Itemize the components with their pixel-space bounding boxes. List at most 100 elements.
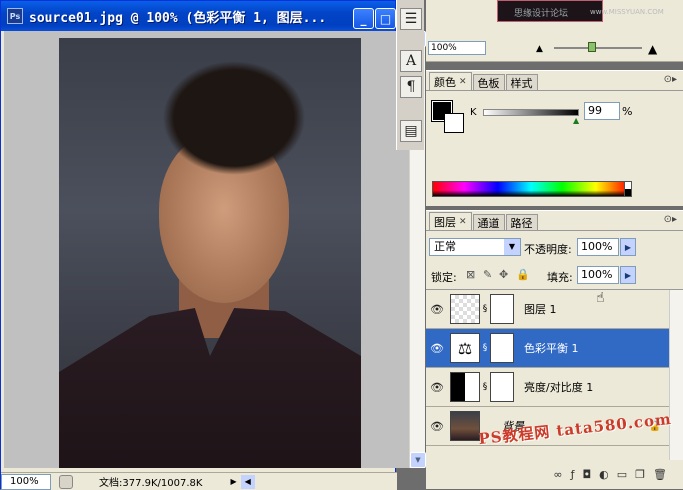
new-group-icon[interactable]: ▭ [617,468,627,481]
link-chain-icon[interactable]: § [480,304,490,314]
navigator-thumbnail[interactable]: 思缘设计论坛 www.MISSYUAN.COM [497,0,664,22]
adjustment-layer-icon[interactable]: ◐ [599,468,609,481]
layer-style-icon[interactable]: ƒ [571,468,575,481]
chevron-down-icon[interactable]: ▼ [504,239,520,255]
layer-list-scrollbar[interactable] [669,290,683,460]
canvas-area[interactable] [4,31,409,468]
blend-mode-select[interactable]: 正常 ▼ [429,238,521,256]
layers-panel-tabs: 图层 ✕ 通道 路径 ⊙▸ [426,211,683,231]
maximize-button[interactable]: □ [375,8,396,29]
visibility-eye-icon[interactable]: 👁 [426,381,448,394]
tab-label: 颜色 [434,75,456,89]
layer-comps-icon[interactable]: ☰ [400,8,422,30]
link-chain-icon[interactable]: § [480,343,490,353]
opacity-arrow-icon[interactable]: ▶ [620,238,636,256]
visibility-eye-icon[interactable]: 👁 [426,303,448,316]
lock-image-icon[interactable]: ✎ [483,268,492,281]
k-channel-slider[interactable] [483,109,579,116]
zoom-out-icon[interactable]: ▲ [536,44,543,54]
zoom-slider-track[interactable] [554,47,642,49]
visibility-eye-icon[interactable]: 👁 [426,342,448,355]
new-layer-icon[interactable]: ❐ [635,468,645,481]
layer-mask-thumbnail[interactable] [490,372,514,402]
document-window: Ps source01.jpg @ 100% (色彩平衡 1, 图层... _ … [0,0,426,490]
scroll-down-icon[interactable]: ▼ [410,452,426,468]
tab-label: 样式 [510,76,533,90]
layer-toolbar: ∞ ƒ ◘ ◐ ▭ ❐ 🗑 [426,463,683,485]
add-mask-icon[interactable]: ◘ [582,468,591,481]
portrait-photo[interactable] [59,38,361,468]
lock-all-icon[interactable]: 🔒 [516,268,530,281]
layers-panel: 图层 ✕ 通道 路径 ⊙▸ 正常 ▼ 不透明度: 100% ▶ 锁定: ⊠ ✎ ✥… [426,210,683,489]
document-titlebar[interactable]: Ps source01.jpg @ 100% (色彩平衡 1, 图层... _ … [1,1,396,31]
zoom-field[interactable]: 100% [1,473,51,490]
opacity-input[interactable]: 100% [577,238,619,256]
character-icon[interactable]: A [400,50,422,72]
layer-mask-thumbnail[interactable] [490,294,514,324]
tab-label: 通道 [477,216,500,230]
panel-menu-icon[interactable]: ⊙▸ [664,214,677,225]
fill-label: 填充: [547,271,573,284]
fill-arrow-icon[interactable]: ▶ [620,266,636,284]
color-panel-tabs: 颜色 ✕ 色板 样式 ⊙▸ [426,71,683,91]
layer-thumbnail [450,294,480,324]
tab-layers[interactable]: 图层 ✕ [429,212,472,230]
black-white-swatch[interactable] [624,181,632,197]
close-icon[interactable]: ✕ [459,77,467,87]
photo-hair [134,58,334,228]
percent-unit: % [622,105,633,118]
close-icon[interactable]: ✕ [459,217,467,227]
layer-name: 色彩平衡 1 [524,342,579,355]
tab-label: 色板 [477,76,500,90]
hand-cursor-icon: ☝ [596,290,605,306]
lock-position-icon[interactable]: ✥ [499,268,508,281]
thumbnail-url: www.MISSYUAN.COM [590,8,664,16]
visibility-eye-icon[interactable]: 👁 [426,420,448,433]
status-bar: 100% 文档:377.9K/1007.8K ▶ ◀ [1,472,397,490]
link-chain-icon[interactable]: § [480,382,490,392]
layer-name: 亮度/对比度 1 [524,381,594,394]
color-balance-adjustment-icon: ⚖ [450,333,480,363]
minimize-button[interactable]: _ [353,8,374,29]
lock-transparency-icon[interactable]: ⊠ [466,268,475,281]
delete-layer-icon[interactable]: 🗑 [653,468,667,481]
k-channel-label: K [470,107,477,118]
panel-dock-strip: ☰ A ¶ ▤ [396,0,424,150]
tab-color[interactable]: 颜色 ✕ [429,72,472,90]
brightness-contrast-adjustment-icon [450,372,480,402]
tab-label: 图层 [434,215,456,229]
layer-row-brightness-contrast[interactable]: 👁 § 亮度/对比度 1 [426,368,669,407]
tab-swatches[interactable]: 色板 [472,74,505,90]
navigator-zoom-field[interactable]: 100% [428,41,486,55]
link-layers-icon[interactable]: ∞ [553,468,562,481]
history-icon[interactable]: ▤ [400,120,422,142]
document-title: source01.jpg @ 100% (色彩平衡 1, 图层... [29,10,327,26]
status-icon[interactable] [59,474,73,489]
tab-channels[interactable]: 通道 [472,214,505,230]
color-panel: 颜色 ✕ 色板 样式 ⊙▸ K ▲ 99 % [426,70,683,206]
paragraph-icon[interactable]: ¶ [400,76,422,98]
scroll-left-icon[interactable]: ◀ [240,474,255,489]
navigator-panel: 思缘设计论坛 www.MISSYUAN.COM 100% ▲ ▲ [426,0,683,62]
zoom-in-icon[interactable]: ▲ [648,42,657,56]
color-spectrum-bar[interactable] [432,181,630,197]
zoom-slider-thumb[interactable] [588,42,596,52]
background-color-swatch[interactable] [444,113,464,133]
layer-thumbnail [450,411,480,441]
tab-label: 路径 [510,216,533,230]
layer-name: 图层 1 [524,303,557,316]
layer-mask-thumbnail[interactable] [490,333,514,363]
lock-label: 锁定: [431,271,457,284]
layer-row-color-balance[interactable]: 👁 ⚖ § 色彩平衡 1 [426,329,669,368]
tab-paths[interactable]: 路径 [505,214,538,230]
slider-thumb-icon[interactable]: ▲ [573,116,579,125]
thumbnail-watermark: 思缘设计论坛 [514,9,569,19]
fill-input[interactable]: 100% [577,266,619,284]
tab-styles[interactable]: 样式 [505,74,538,90]
panel-menu-icon[interactable]: ⊙▸ [664,74,677,85]
document-info: 文档:377.9K/1007.8K [99,478,203,489]
blend-mode-value: 正常 [434,240,456,253]
layer-row-layer1[interactable]: 👁 § 图层 1 [426,290,669,329]
status-menu-icon[interactable]: ▶ [230,477,236,486]
k-channel-value[interactable]: 99 [584,102,620,120]
